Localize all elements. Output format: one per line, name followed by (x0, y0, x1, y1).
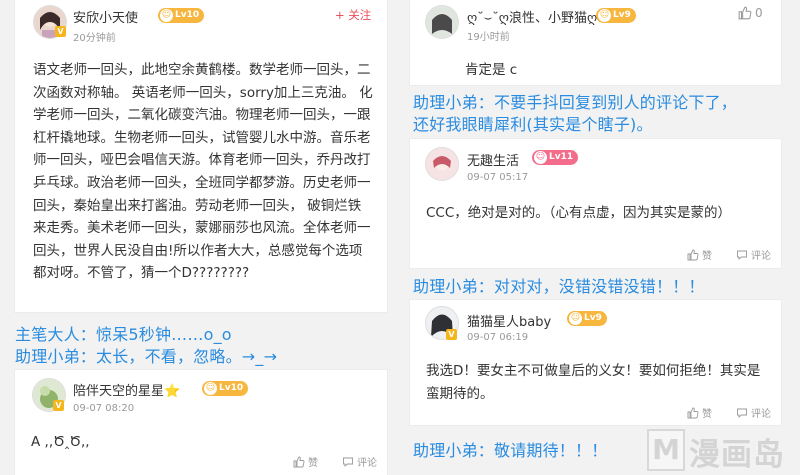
verified-icon: V (55, 26, 66, 37)
comment-text: 我选D！要女主不可做皇后的义女！要如何拒绝！其实是蛮期待的。 (426, 363, 761, 402)
comment-icon[interactable] (736, 407, 748, 419)
thumbs-up-icon[interactable] (687, 407, 699, 419)
comment-card: V 猫猫星人baby ☺ Lv9 09-07 06:19 我选D！要女主不可做皇后… (410, 300, 781, 425)
caption-assistant: 助理小弟：不要手抖回复到别人的评论下了，还好我眼睛犀利(其实是个瞎子)。 (413, 93, 738, 134)
timestamp: 09-07 05:17 (467, 172, 529, 183)
comment-actions: 赞 评论 (293, 454, 377, 469)
comment-text: A ,,Ծ‸Ծ,, (31, 434, 90, 450)
thumbs-up-icon[interactable] (293, 456, 305, 468)
watermark-text: 漫画岛 (689, 437, 785, 473)
like-label[interactable]: 赞 (702, 405, 712, 420)
comment-actions: 赞 评论 (687, 405, 771, 420)
username[interactable]: 无趣生活 (467, 150, 519, 169)
verified-icon: V (446, 329, 457, 340)
comment-label[interactable]: 评论 (751, 405, 771, 420)
username[interactable]: 陪伴天空的星星⭐ (73, 380, 180, 399)
site-watermark: M 漫画岛 (647, 427, 797, 473)
username[interactable]: 安欣小天使 (73, 7, 138, 26)
timestamp: 09-07 06:19 (467, 332, 529, 343)
timestamp: 20分钟前 (73, 33, 116, 44)
level-badge: ☺ Lv9 (567, 311, 607, 326)
comment-label[interactable]: 评论 (357, 454, 377, 469)
timestamp: 09-07 08:20 (73, 403, 135, 414)
comment-icon[interactable] (342, 456, 354, 468)
like-action[interactable]: 0 (738, 6, 763, 20)
follow-button[interactable]: + 关注 (335, 7, 371, 23)
level-face-icon: ☺ (160, 9, 173, 22)
avatar[interactable] (425, 5, 459, 39)
timestamp: 19小时前 (467, 32, 510, 43)
comment-actions: 赞 评论 (687, 247, 771, 262)
comment-card: V 陪伴天空的星星⭐ ☺ Lv10 09-07 08:20 A ,,Ծ‸Ծ,, 赞… (15, 370, 387, 475)
comment-text: 肯定是 c (465, 62, 518, 78)
level-face-icon: ☺ (204, 382, 217, 395)
username[interactable]: ღ˘⌣˘ღ浪性、小野猫ღ (467, 7, 597, 26)
thumbs-up-icon[interactable] (738, 6, 752, 20)
thumbs-up-icon[interactable] (687, 249, 699, 261)
comment-text: 语文老师一回头，此地空余黄鹤楼。数学老师一回头，二次函数对称轴。 英语老师一回头… (33, 62, 373, 282)
caption-assistant: 助理小弟：敬请期待！！！ (413, 441, 608, 460)
level-badge: ☺ Lv10 (202, 381, 249, 396)
comment-text: CCC，绝对是对的。（心有点虚，因为其实是蒙的） (426, 205, 732, 221)
avatar[interactable] (425, 147, 459, 181)
like-label[interactable]: 赞 (308, 454, 318, 469)
username[interactable]: 猫猫星人baby (467, 311, 551, 330)
level-face-icon: ☺ (534, 151, 547, 164)
caption-editor: 主笔大人：惊呆5秒钟……o_o (15, 325, 232, 344)
level-face-icon: ☺ (569, 312, 582, 325)
like-count: 0 (755, 6, 763, 20)
caption-assistant: 助理小弟：太长，不看，忽略。→_→ (15, 347, 278, 366)
comment-card: 无趣生活 ☺ Lv11 09-07 05:17 CCC，绝对是对的。（心有点虚，因… (410, 139, 781, 268)
comment-card: V 安欣小天使 ☺ Lv10 20分钟前 + 关注 语文老师一回头，此地空余黄鹤楼… (15, 0, 387, 312)
comment-label[interactable]: 评论 (751, 247, 771, 262)
comment-card: ღ˘⌣˘ღ浪性、小野猫ღ ☺ Lv9 19小时前 0 肯定是 c (410, 0, 781, 85)
comment-icon[interactable] (736, 249, 748, 261)
watermark-logo: M (647, 429, 685, 471)
level-badge: ☺ Lv11 (532, 150, 579, 165)
level-badge: ☺ Lv9 (596, 8, 636, 23)
like-label[interactable]: 赞 (702, 247, 712, 262)
verified-icon: V (53, 400, 64, 411)
caption-assistant: 助理小弟：对对对，没错没错没错！！！ (413, 277, 705, 296)
level-face-icon: ☺ (598, 9, 611, 22)
level-badge: ☺ Lv10 (158, 8, 205, 23)
